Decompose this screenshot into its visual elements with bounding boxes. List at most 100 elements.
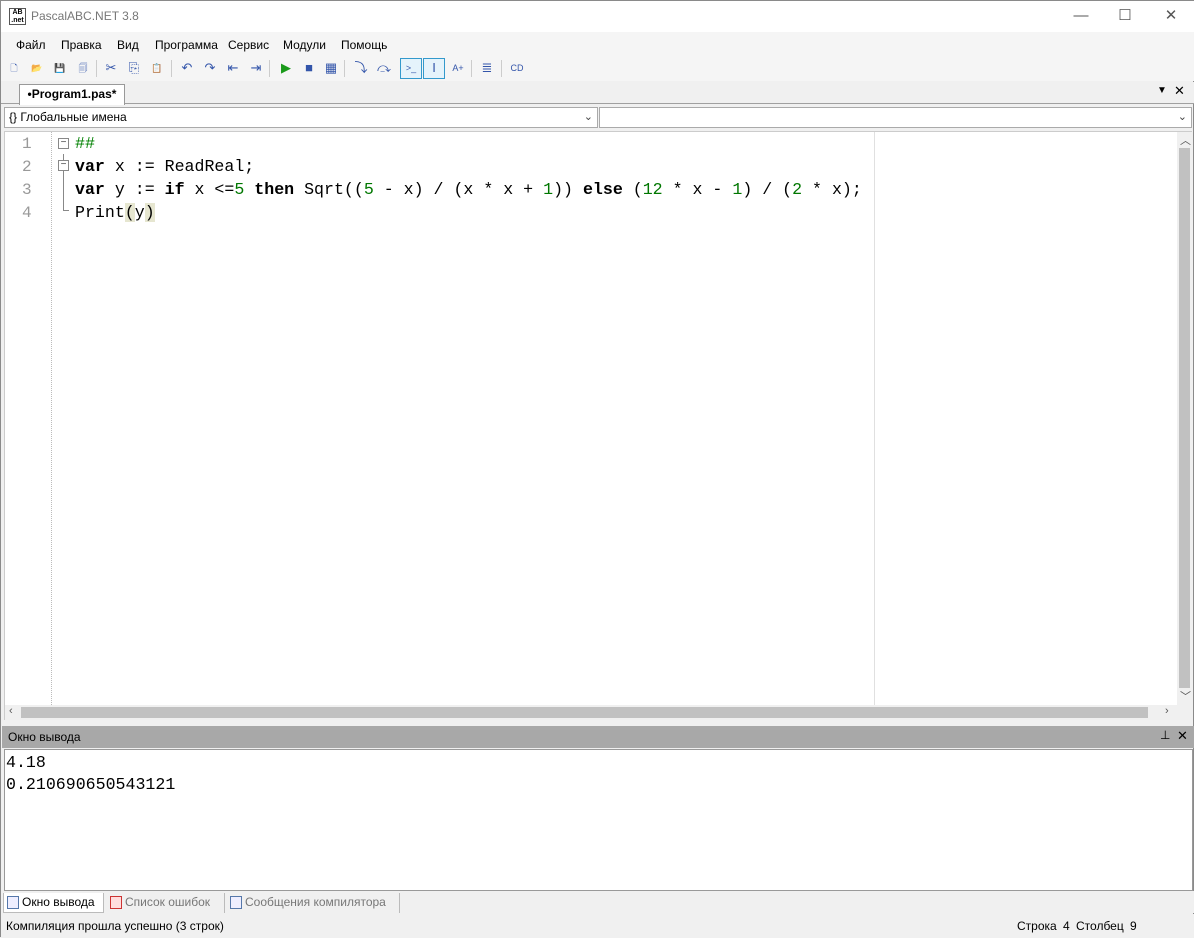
format-icon[interactable]: ≣ — [478, 59, 496, 77]
code-token: 5 — [234, 180, 245, 199]
code-token: * x - — [662, 180, 733, 199]
menu-view[interactable]: Вид — [117, 38, 139, 52]
code-token: y := — [104, 180, 165, 199]
toolbar-separator — [501, 60, 502, 77]
col-value: 9 — [1130, 919, 1137, 933]
output-panel-header: Окно вывода ⊥ ✕ — [2, 726, 1194, 748]
maximize-button[interactable]: ☐ — [1102, 1, 1148, 31]
code-token: ## — [75, 134, 95, 153]
code-token: 12 — [642, 180, 663, 199]
member-select[interactable]: ⌄ — [599, 107, 1192, 128]
code-token: if — [164, 180, 185, 199]
code-token: var — [75, 157, 105, 176]
scope-select-value: {} Глобальные имена — [9, 110, 127, 124]
title-bar: AB .net PascalABC.NET 3.8 — ☐ ✕ — [1, 1, 1194, 32]
code-line: Print(y) — [75, 203, 155, 223]
pin-icon[interactable]: ⊥ — [1160, 728, 1170, 742]
minimize-button[interactable]: — — [1058, 1, 1104, 31]
toolbar-separator — [171, 60, 172, 77]
code-token: var — [75, 180, 105, 199]
scroll-down-icon[interactable]: ﹀ — [1180, 688, 1191, 704]
output-panel-title: Окно вывода — [8, 730, 81, 744]
compile-icon[interactable]: ▦ — [322, 59, 340, 77]
save-all-icon[interactable]: 🗐 — [74, 59, 92, 77]
code-token: ) — [144, 203, 155, 222]
code-token: * x); — [802, 180, 862, 199]
code-token: x <= — [184, 180, 235, 199]
close-tab-icon[interactable]: ✕ — [1174, 83, 1185, 99]
open-icon[interactable]: 📂 — [28, 59, 46, 77]
line-number: 4 — [22, 204, 32, 222]
tab-error-list[interactable]: Список ошибок — [107, 893, 225, 913]
row-value: 4 — [1063, 919, 1070, 933]
code-token: 1 — [732, 180, 743, 199]
status-message: Компиляция прошла успешно (3 строк) — [6, 919, 224, 933]
indent-icon[interactable]: ⇥ — [247, 59, 265, 77]
stop-icon[interactable]: ■ — [300, 59, 318, 77]
document-tabs: •Program1.pas* ▼ ✕ — [1, 82, 1194, 105]
run-icon[interactable]: ▶ — [277, 59, 295, 77]
chevron-down-icon: ⌄ — [1177, 111, 1187, 123]
menu-modules[interactable]: Модули — [283, 38, 326, 52]
toolbar-separator — [471, 60, 472, 77]
document-icon — [7, 896, 19, 909]
code-line: var x := ReadReal; — [75, 157, 254, 177]
output-line: 4.18 — [6, 753, 46, 772]
step-over-icon[interactable]: ⤼ — [375, 59, 393, 77]
undo-icon[interactable]: ↶ — [178, 59, 196, 77]
toolbar-separator — [269, 60, 270, 77]
line-number-gutter: 1 2 3 4 — [5, 132, 52, 705]
close-button[interactable]: ✕ — [1148, 1, 1194, 31]
code-line: var y := if x <=5 then Sqrt((5 - x) / (x… — [75, 180, 862, 200]
copy-icon[interactable]: ⎘ — [125, 59, 143, 77]
code-token: y — [134, 203, 145, 222]
menu-help[interactable]: Помощь — [341, 38, 387, 52]
scope-select[interactable]: {} Глобальные имена ⌄ — [4, 107, 598, 128]
vertical-scrollbar[interactable]: ︿ ﹀ — [1177, 132, 1192, 705]
fold-collapse-icon[interactable]: − — [58, 138, 69, 149]
tab-compiler-messages[interactable]: Сообщения компилятора — [227, 893, 400, 913]
new-file-icon[interactable]: 🗋 — [5, 59, 23, 77]
step-into-icon[interactable]: ⤵ — [352, 59, 370, 77]
menu-bar: Файл Правка Вид Программа Сервис Модули … — [1, 32, 1194, 56]
window-title: PascalABC.NET 3.8 — [31, 9, 139, 23]
vertical-scroll-thumb[interactable] — [1179, 148, 1190, 688]
code-editor[interactable]: 1234 − − ︿ ﹀ ‹ › ## var x := ReadReal; var… — [4, 131, 1192, 720]
redo-icon[interactable]: ↷ — [201, 59, 219, 77]
menu-file[interactable]: Файл — [16, 38, 46, 52]
tab-output-window[interactable]: Окно вывода — [3, 893, 104, 913]
code-token: x := ReadReal; — [104, 157, 255, 176]
code-token: ( — [622, 180, 643, 199]
save-icon[interactable]: 💾 — [51, 59, 69, 77]
line-number: 2 — [22, 158, 32, 176]
code-token: ( — [124, 203, 135, 222]
menu-program[interactable]: Программа — [155, 38, 218, 52]
scroll-left-icon[interactable]: ‹ — [9, 705, 13, 717]
horizontal-scroll-thumb[interactable] — [21, 707, 1148, 718]
paste-icon[interactable]: 📋 — [148, 59, 166, 77]
scroll-right-icon[interactable]: › — [1165, 705, 1169, 717]
messages-icon — [230, 896, 242, 909]
error-list-icon — [110, 896, 122, 909]
fold-collapse-icon[interactable]: − — [58, 160, 69, 171]
close-panel-icon[interactable]: ✕ — [1177, 728, 1188, 744]
tab-program1[interactable]: •Program1.pas* — [19, 84, 125, 105]
code-token: else — [582, 180, 623, 199]
menu-edit[interactable]: Правка — [61, 38, 102, 52]
app-logo-icon: AB .net — [9, 8, 26, 25]
scroll-up-icon[interactable]: ︿ — [1180, 132, 1191, 148]
output-window[interactable]: 4.18 0.210690650543121 — [4, 749, 1193, 891]
tab-list-dropdown-icon[interactable]: ▼ — [1157, 85, 1167, 96]
outdent-icon[interactable]: ⇤ — [224, 59, 242, 77]
tab-label: Сообщения компилятора — [245, 895, 386, 909]
abc-icon[interactable]: A+ — [449, 59, 467, 77]
console-icon[interactable]: >_ — [400, 58, 422, 79]
code-token: then — [254, 180, 295, 199]
horizontal-scrollbar[interactable]: ‹ › — [5, 705, 1192, 720]
tab-label: Список ошибок — [125, 895, 211, 909]
code-icon[interactable]: CD — [508, 59, 526, 77]
cut-icon[interactable]: ✂ — [102, 59, 120, 77]
chevron-down-icon: ⌄ — [583, 111, 593, 123]
menu-service[interactable]: Сервис — [228, 38, 269, 52]
text-cursor-icon[interactable]: I — [423, 58, 445, 79]
